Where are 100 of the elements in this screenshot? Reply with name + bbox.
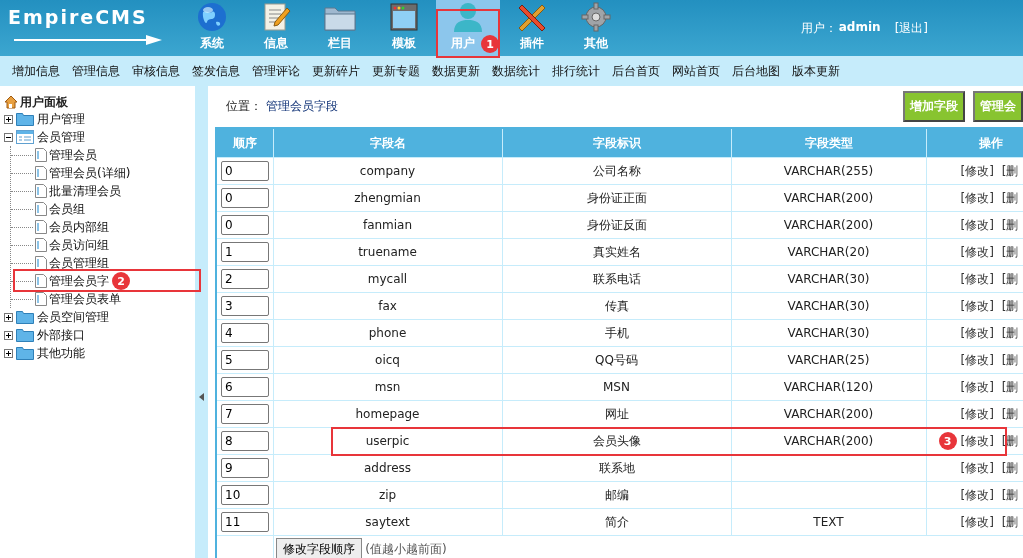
menu-link[interactable]: 管理信息 [72, 62, 120, 80]
tree-item[interactable]: 其他功能 [37, 344, 85, 362]
expand-icon[interactable] [4, 312, 13, 322]
tree-item[interactable]: 用户管理 [37, 110, 85, 128]
menu-link[interactable]: 增加信息 [12, 62, 60, 80]
delete-link[interactable]: [删 [1001, 271, 1019, 286]
delete-link[interactable]: [删 [1001, 406, 1019, 421]
gear-icon [581, 2, 611, 32]
nav-tab[interactable]: 用户 1 [436, 0, 500, 56]
menu-link[interactable]: 后台地图 [732, 62, 780, 80]
edit-link[interactable]: [修改] [960, 433, 994, 448]
table-cell: truename [358, 245, 417, 259]
delete-link[interactable]: [删 [1001, 325, 1019, 340]
menu-link[interactable]: 后台首页 [612, 62, 660, 80]
tree-item[interactable]: 管理会员 [49, 146, 97, 164]
delete-link[interactable]: [删 [1001, 298, 1019, 313]
table-cell: VARCHAR(120) [783, 380, 874, 394]
delete-link[interactable]: [删 [1001, 460, 1019, 475]
column-header: 字段标识 [502, 128, 731, 158]
table-cell: 公司名称 [592, 163, 641, 178]
house-icon [4, 95, 18, 109]
edit-link[interactable]: [修改] [960, 460, 994, 475]
tree-item[interactable]: 会员内部组 [49, 218, 109, 236]
tree-item[interactable]: 会员管理 [37, 128, 85, 146]
location-label: 位置： [226, 98, 262, 115]
edit-link[interactable]: [修改] [960, 487, 994, 502]
edit-link[interactable]: [修改] [960, 298, 994, 313]
delete-link[interactable]: [删 [1001, 163, 1019, 178]
tree-item[interactable]: 外部接口 [37, 326, 85, 344]
menu-link[interactable]: 网站首页 [672, 62, 720, 80]
menu-link[interactable]: 管理评论 [252, 62, 300, 80]
menu-link[interactable]: 数据统计 [492, 62, 540, 80]
callout-frame [436, 9, 500, 58]
order-field[interactable]: 6 [221, 377, 269, 397]
callout-badge: 3 [938, 432, 957, 450]
order-field[interactable]: 11 [221, 512, 269, 532]
edit-link[interactable]: [修改] [960, 379, 994, 394]
edit-link[interactable]: [修改] [960, 406, 994, 421]
globe-icon [197, 2, 227, 32]
table-cell: VARCHAR(30) [787, 299, 870, 313]
delete-link[interactable]: [删 [1001, 514, 1019, 529]
order-field[interactable]: 0 [221, 188, 269, 208]
delete-link[interactable]: [删 [1001, 379, 1019, 394]
location-link[interactable]: 管理会员字段 [266, 98, 338, 115]
delete-link[interactable]: [删 [1001, 217, 1019, 232]
expand-icon[interactable] [4, 330, 13, 340]
order-field[interactable]: 0 [221, 215, 269, 235]
expand-icon[interactable] [4, 348, 13, 358]
tree-item[interactable]: 会员组 [49, 200, 85, 218]
collapse-icon[interactable] [4, 132, 13, 142]
edit-link[interactable]: [修改] [960, 163, 994, 178]
delete-link[interactable]: [删 [1001, 244, 1019, 259]
order-field[interactable]: 1 [221, 242, 269, 262]
order-field[interactable]: 2 [221, 269, 269, 289]
menu-link[interactable]: 排行统计 [552, 62, 600, 80]
delete-link[interactable]: [删 [1001, 190, 1019, 205]
delete-link[interactable]: [删 [1001, 487, 1019, 502]
delete-link[interactable]: [删 [1001, 433, 1019, 448]
order-field[interactable]: 8 [221, 431, 269, 451]
tree-item[interactable]: 管理会员(详细) [49, 164, 131, 182]
tree-item[interactable]: 管理会员表单 [49, 290, 121, 308]
tree-item[interactable]: 会员访问组 [49, 236, 109, 254]
edit-link[interactable]: [修改] [960, 271, 994, 286]
edit-link[interactable]: [修改] [960, 190, 994, 205]
menu-link[interactable]: 审核信息 [132, 62, 180, 80]
order-field[interactable]: 3 [221, 296, 269, 316]
save-order-button[interactable]: 修改字段顺序 [275, 537, 362, 558]
column-header: 字段类型 [731, 128, 926, 158]
edit-link[interactable]: [修改] [960, 514, 994, 529]
folder-icon [324, 4, 356, 32]
tree-item[interactable]: 会员空间管理 [37, 308, 109, 326]
order-field[interactable]: 7 [221, 404, 269, 424]
order-field[interactable]: 10 [221, 485, 269, 505]
edit-link[interactable]: [修改] [960, 217, 994, 232]
tree-item[interactable]: 批量清理会员 [49, 182, 121, 200]
table-cell: oicq [375, 353, 400, 367]
table-cell: 联系电话 [592, 271, 641, 286]
menu-link[interactable]: 签发信息 [192, 62, 240, 80]
table-cell: zip [378, 488, 397, 502]
menu-link[interactable]: 更新专题 [372, 62, 420, 80]
edit-link[interactable]: [修改] [960, 325, 994, 340]
order-field[interactable]: 9 [221, 458, 269, 478]
page-icon [35, 220, 47, 234]
table-cell: VARCHAR(20) [787, 245, 870, 259]
expand-icon[interactable] [4, 114, 13, 124]
menu-link[interactable]: 版本更新 [792, 62, 840, 80]
tree-item[interactable]: 管理会员字 [49, 272, 109, 290]
order-field[interactable]: 5 [221, 350, 269, 370]
collapse-arrow-icon[interactable] [199, 393, 204, 401]
menu-link[interactable]: 数据更新 [432, 62, 480, 80]
order-field[interactable]: 0 [221, 161, 269, 181]
edit-link[interactable]: [修改] [960, 244, 994, 259]
table-cell: QQ号码 [595, 352, 638, 367]
table-cell: 联系地 [598, 460, 635, 475]
tree-item[interactable]: 会员管理组 [49, 254, 109, 272]
column-header: 顺序 [216, 128, 273, 158]
menu-link[interactable]: 更新碎片 [312, 62, 360, 80]
delete-link[interactable]: [删 [1001, 352, 1019, 367]
order-field[interactable]: 4 [221, 323, 269, 343]
edit-link[interactable]: [修改] [960, 352, 994, 367]
